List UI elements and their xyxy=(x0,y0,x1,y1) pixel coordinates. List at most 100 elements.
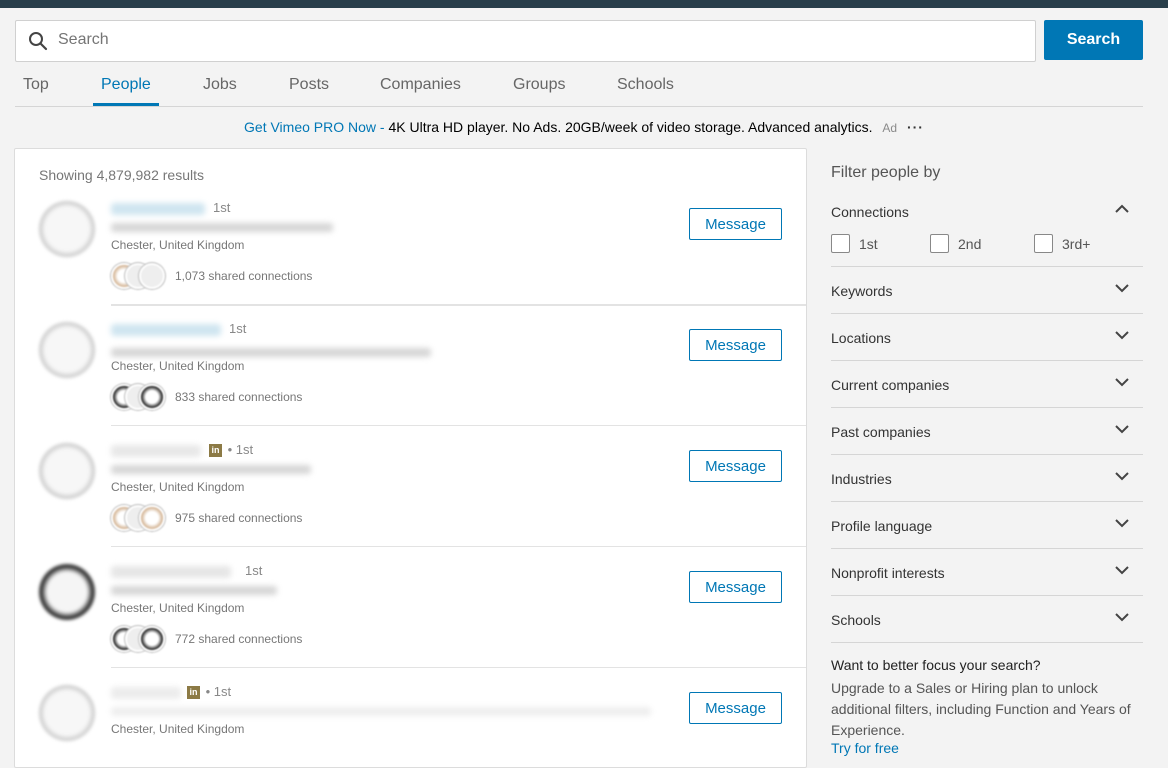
ad-more-options-icon[interactable]: ··· xyxy=(907,119,924,135)
filter-nonprofit-interests[interactable]: Nonprofit interests xyxy=(831,549,1143,596)
result-item[interactable]: in • 1st Chester, United Kingdom Message xyxy=(15,633,806,754)
divider xyxy=(111,546,806,547)
profile-location: Chester, United Kingdom xyxy=(111,601,245,615)
profile-avatar[interactable] xyxy=(39,322,95,378)
chevron-down-icon[interactable] xyxy=(1115,422,1129,436)
search-row: Search xyxy=(15,20,1143,62)
premium-badge-icon: in xyxy=(209,444,222,458)
try-for-free-link[interactable]: Try for free xyxy=(831,740,899,756)
divider xyxy=(111,425,806,426)
search-icon xyxy=(29,32,48,51)
ad-text: 4K Ultra HD player. No Ads. 20GB/week of… xyxy=(388,119,873,135)
filter-connections: Connections 1st 2nd 3rd+ xyxy=(831,192,1143,267)
search-results-panel: Showing 4,879,982 results 1st Chester, U… xyxy=(14,148,807,768)
connection-degree: 1st xyxy=(245,563,263,578)
filters-title: Filter people by xyxy=(831,164,941,181)
divider xyxy=(111,667,806,668)
filter-label: Profile language xyxy=(831,518,933,534)
filter-label: Locations xyxy=(831,330,891,346)
chevron-up-icon[interactable] xyxy=(1115,202,1129,216)
search-button[interactable]: Search xyxy=(1044,20,1143,60)
result-item[interactable]: 1st Chester, United Kingdom 833 shared c… xyxy=(15,270,806,410)
ad-banner: Get Vimeo PRO Now - 4K Ultra HD player. … xyxy=(0,119,1168,135)
tab-schools[interactable]: Schools xyxy=(617,76,674,94)
profile-headline-redacted xyxy=(111,586,277,595)
profile-name-redacted[interactable] xyxy=(111,445,201,457)
filter-label: Schools xyxy=(831,612,881,628)
filter-current-companies[interactable]: Current companies xyxy=(831,361,1143,408)
chevron-down-icon[interactable] xyxy=(1115,328,1129,342)
filter-keywords[interactable]: Keywords xyxy=(831,267,1143,314)
profile-avatar[interactable] xyxy=(39,201,95,257)
profile-name-redacted[interactable] xyxy=(111,324,221,336)
profile-location: Chester, United Kingdom xyxy=(111,722,245,736)
profile-location: Chester, United Kingdom xyxy=(111,359,245,373)
tab-companies[interactable]: Companies xyxy=(380,76,461,94)
degree-label: • 1st xyxy=(205,684,232,699)
tab-top[interactable]: Top xyxy=(23,76,49,94)
filter-past-companies[interactable]: Past companies xyxy=(831,408,1143,455)
connection-degree: 1st xyxy=(229,321,247,336)
connection-degree: in • 1st xyxy=(209,442,254,458)
result-item[interactable]: 1st Chester, United Kingdom 772 shared c… xyxy=(15,512,806,652)
chevron-down-icon[interactable] xyxy=(1115,610,1129,624)
filter-label: Keywords xyxy=(831,283,893,299)
filter-connections-label[interactable]: Connections xyxy=(831,204,909,220)
checkbox-1st-label[interactable]: 1st xyxy=(859,236,878,252)
result-item[interactable]: 1st Chester, United Kingdom 1,073 shared… xyxy=(15,149,806,306)
chevron-down-icon[interactable] xyxy=(1115,563,1129,577)
profile-avatar[interactable] xyxy=(39,564,95,620)
tab-people[interactable]: People xyxy=(101,76,151,94)
connection-degree: in • 1st xyxy=(187,684,232,700)
chevron-down-icon[interactable] xyxy=(1115,469,1129,483)
profile-headline-redacted xyxy=(111,348,431,357)
active-tab-indicator xyxy=(93,103,159,106)
filter-industries[interactable]: Industries xyxy=(831,455,1143,502)
message-button[interactable]: Message xyxy=(689,329,782,361)
filter-label: Past companies xyxy=(831,424,931,440)
message-button[interactable]: Message xyxy=(689,450,782,482)
profile-headline-redacted xyxy=(111,707,651,716)
search-tabs: Top People Jobs Posts Companies Groups S… xyxy=(15,64,1143,107)
search-input[interactable] xyxy=(58,31,958,49)
filter-locations[interactable]: Locations xyxy=(831,314,1143,361)
message-button[interactable]: Message xyxy=(689,571,782,603)
profile-name-redacted[interactable] xyxy=(111,687,181,699)
chevron-down-icon[interactable] xyxy=(1115,281,1129,295)
message-button[interactable]: Message xyxy=(689,208,782,240)
connection-degree: 1st xyxy=(213,200,231,215)
filter-schools[interactable]: Schools xyxy=(831,596,1143,643)
profile-avatar[interactable] xyxy=(39,443,95,499)
profile-headline-redacted xyxy=(111,223,333,232)
checkbox-3rd-plus[interactable] xyxy=(1034,234,1053,253)
checkbox-2nd-label[interactable]: 2nd xyxy=(958,236,981,252)
filter-label: Industries xyxy=(831,471,892,487)
checkbox-1st[interactable] xyxy=(831,234,850,253)
chevron-down-icon[interactable] xyxy=(1115,375,1129,389)
chevron-down-icon[interactable] xyxy=(1115,516,1129,530)
tab-groups[interactable]: Groups xyxy=(513,76,565,94)
search-box[interactable] xyxy=(15,20,1036,62)
tab-posts[interactable]: Posts xyxy=(289,76,329,94)
divider xyxy=(111,304,806,305)
result-item[interactable]: in • 1st Chester, United Kingdom 975 sha… xyxy=(15,391,806,531)
degree-label: • 1st xyxy=(227,442,254,457)
premium-badge-icon: in xyxy=(187,686,200,700)
filter-label: Nonprofit interests xyxy=(831,565,945,581)
filter-sidebar: Filter people by Connections 1st 2nd 3rd… xyxy=(831,148,1143,758)
upsell-title: Want to better focus your search? xyxy=(831,657,1041,673)
filter-profile-language[interactable]: Profile language xyxy=(831,502,1143,549)
tab-jobs[interactable]: Jobs xyxy=(203,76,237,94)
profile-name-redacted[interactable] xyxy=(111,566,231,578)
message-button[interactable]: Message xyxy=(689,692,782,724)
checkbox-2nd[interactable] xyxy=(930,234,949,253)
ad-tag: Ad xyxy=(882,121,898,135)
profile-location: Chester, United Kingdom xyxy=(111,480,245,494)
profile-headline-redacted xyxy=(111,465,311,474)
profile-avatar[interactable] xyxy=(39,685,95,741)
global-nav-bar xyxy=(0,0,1168,8)
profile-name-redacted[interactable] xyxy=(111,203,205,215)
filter-label: Current companies xyxy=(831,377,950,393)
ad-link[interactable]: Get Vimeo PRO Now - xyxy=(244,119,385,135)
checkbox-3rd-plus-label[interactable]: 3rd+ xyxy=(1062,236,1090,252)
